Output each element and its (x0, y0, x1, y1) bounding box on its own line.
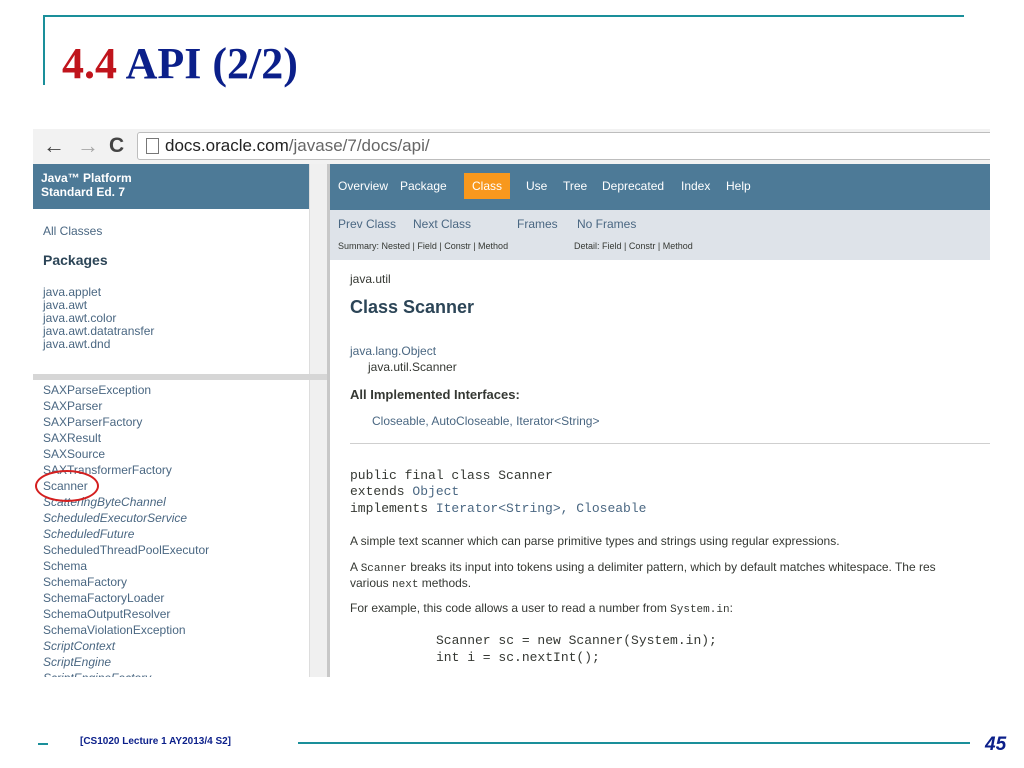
description-line: For example, this code allows a user to … (350, 601, 733, 616)
class-link[interactable]: SchemaFactory (43, 574, 209, 590)
page-number: 45 (985, 734, 1007, 755)
class-content: java.util Class Scanner java.lang.Object… (330, 260, 990, 677)
browser-screenshot: ← → C docs.oracle.com/javase/7/docs/api/… (33, 129, 990, 677)
platform-name: Java™ Platform (41, 171, 132, 185)
nav-deprecated[interactable]: Deprecated (602, 179, 664, 193)
desc-code: System.in (670, 604, 730, 616)
class-detail-frame: Overview Package Class Use Tree Deprecat… (330, 164, 990, 677)
footer-text: [CS1020 Lecture 1 AY2013/4 S2] (80, 736, 232, 747)
description-line: A simple text scanner which can parse pr… (350, 534, 840, 548)
class-link[interactable]: ScriptEngine (43, 654, 209, 670)
forward-arrow-icon[interactable]: → (77, 133, 99, 159)
class-link[interactable]: ScheduledExecutorService (43, 510, 209, 526)
implements-types-link[interactable]: Iterator<String>, Closeable (436, 501, 647, 516)
class-list: SAXParseException SAXParser SAXParserFacto… (43, 382, 209, 677)
no-frames-link[interactable]: No Frames (577, 217, 636, 231)
class-link[interactable]: SAXParser (43, 398, 209, 414)
class-link[interactable]: SAXParserFactory (43, 414, 209, 430)
extends-type-link[interactable]: Object (412, 484, 459, 499)
description-line: various next methods. (350, 576, 471, 591)
reload-icon[interactable]: C (109, 133, 124, 159)
packages-frame: Java™ Platform Standard Ed. 7 All Classe… (33, 164, 327, 374)
desc-text: methods. (418, 576, 472, 590)
nav-use[interactable]: Use (526, 179, 547, 193)
desc-text: A (350, 560, 361, 574)
url-host: docs.oracle.com (165, 136, 289, 155)
desc-text: various (350, 576, 393, 590)
code-example-line: int i = sc.nextInt(); (436, 650, 600, 665)
class-link[interactable]: SAXResult (43, 430, 209, 446)
scanner-highlight-circle (35, 470, 99, 502)
class-link[interactable]: ScheduledThreadPoolExecutor (43, 542, 209, 558)
class-link[interactable]: SAXParseException (43, 382, 209, 398)
classes-frame: SAXParseException SAXParser SAXParserFacto… (33, 380, 327, 677)
header-rule (44, 15, 964, 17)
class-link[interactable]: Schema (43, 558, 209, 574)
class-link[interactable]: SchemaOutputResolver (43, 606, 209, 622)
implemented-list[interactable]: Closeable, AutoCloseable, Iterator<Strin… (372, 414, 599, 428)
next-class-link[interactable]: Next Class (413, 217, 471, 231)
description-line: A Scanner breaks its input into tokens u… (350, 560, 936, 575)
packages-heading: Packages (43, 252, 108, 268)
prev-class-link[interactable]: Prev Class (338, 217, 396, 231)
slide-title: 4.4 API (2/2) (62, 38, 298, 89)
content-divider (350, 443, 990, 444)
back-arrow-icon[interactable]: ← (43, 133, 65, 159)
address-bar[interactable]: docs.oracle.com/javase/7/docs/api/ (137, 132, 990, 160)
top-navigation: Overview Package Class Use Tree Deprecat… (330, 164, 990, 210)
desc-text: breaks its input into tokens using a del… (406, 560, 936, 574)
url-path: /javase/7/docs/api/ (288, 136, 430, 155)
all-classes-link[interactable]: All Classes (43, 224, 102, 238)
url-text[interactable]: docs.oracle.com/javase/7/docs/api/ (165, 136, 430, 156)
desc-text: For example, this code allows a user to … (350, 601, 671, 615)
nav-index[interactable]: Index (681, 179, 710, 193)
class-link[interactable]: ScriptEngineFactory (43, 670, 209, 677)
nav-package[interactable]: Package (400, 179, 447, 193)
class-link[interactable]: ScriptContext (43, 638, 209, 654)
detail-links[interactable]: Detail: Field | Constr | Method (574, 241, 693, 251)
browser-toolbar: ← → C docs.oracle.com/javase/7/docs/api/ (33, 129, 990, 164)
desc-text: : (729, 601, 733, 615)
class-link[interactable]: SchemaViolationException (43, 622, 209, 638)
platform-edition: Standard Ed. 7 (41, 185, 126, 199)
slide-title-text: API (2/2) (125, 39, 298, 88)
packages-scrollbar[interactable] (309, 164, 327, 374)
slide-title-number: 4.4 (62, 39, 117, 88)
nav-overview[interactable]: Overview (338, 179, 388, 193)
footer-rule (298, 742, 970, 744)
inheritance-parent[interactable]: java.lang.Object (350, 344, 436, 358)
inheritance-child: java.util.Scanner (368, 360, 457, 374)
class-link[interactable]: SchemaFactoryLoader (43, 590, 209, 606)
implemented-heading: All Implemented Interfaces: (350, 387, 520, 402)
page-icon (146, 138, 159, 154)
class-link[interactable]: SAXSource (43, 446, 209, 462)
summary-links[interactable]: Summary: Nested | Field | Constr | Metho… (338, 241, 508, 251)
header-accent-bar (43, 15, 45, 85)
platform-header: Java™ Platform Standard Ed. 7 (33, 164, 326, 209)
slide: 4.4 API (2/2) ← → C docs.oracle.com/java… (0, 0, 1024, 768)
package-list: java.applet java.awt java.awt.color java… (43, 286, 154, 351)
code-example-line: Scanner sc = new Scanner(System.in); (436, 633, 717, 648)
implements-keyword: implements (350, 501, 436, 516)
sub-navigation: Prev Class Next Class Frames No Frames S… (330, 210, 990, 260)
classes-scrollbar[interactable] (309, 380, 327, 677)
class-title: Class Scanner (350, 297, 475, 317)
package-link[interactable]: java.awt.dnd (43, 338, 154, 351)
signature-extends: extends Object (350, 484, 459, 499)
frames-link[interactable]: Frames (517, 217, 558, 231)
footer-dash (38, 743, 48, 745)
desc-code: next (392, 579, 419, 591)
desc-code: Scanner (360, 563, 407, 575)
class-link[interactable]: ScheduledFuture (43, 526, 209, 542)
extends-keyword: extends (350, 484, 413, 499)
signature-implements: implements Iterator<String>, Closeable (350, 501, 646, 516)
package-name: java.util (350, 272, 391, 286)
nav-tree[interactable]: Tree (563, 179, 587, 193)
nav-class[interactable]: Class (464, 173, 511, 199)
signature-line: public final class Scanner (350, 468, 553, 483)
nav-help[interactable]: Help (726, 179, 751, 193)
